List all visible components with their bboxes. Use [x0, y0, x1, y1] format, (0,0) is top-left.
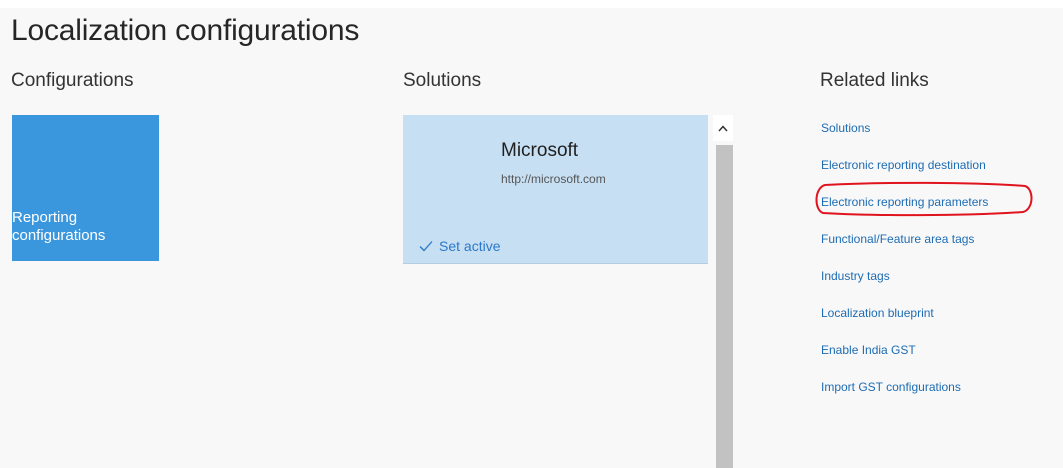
chevron-up-icon [718, 124, 728, 131]
related-link-functional-feature-area-tags[interactable]: Functional/Feature area tags [821, 231, 988, 268]
reporting-configurations-tile[interactable]: Reporting configurations [12, 115, 159, 261]
set-active-button[interactable]: Set active [419, 236, 500, 256]
reporting-configurations-tile-label: Reporting configurations [12, 209, 106, 244]
related-link-industry-tags[interactable]: Industry tags [821, 268, 988, 305]
solution-name: Microsoft [501, 140, 579, 161]
configurations-heading: Configurations [11, 70, 134, 91]
related-links-heading: Related links [820, 70, 929, 91]
page-title: Localization configurations [11, 14, 360, 47]
related-link-electronic-reporting-destination[interactable]: Electronic reporting destination [821, 157, 988, 194]
solution-url: http://microsoft.com [501, 172, 606, 186]
related-link-localization-blueprint[interactable]: Localization blueprint [821, 305, 988, 342]
related-links-list: Solutions Electronic reporting destinati… [821, 120, 988, 416]
scroll-thumb[interactable] [716, 145, 733, 468]
related-link-enable-india-gst[interactable]: Enable India GST [821, 342, 988, 379]
solutions-heading: Solutions [403, 70, 482, 91]
related-link-electronic-reporting-parameters[interactable]: Electronic reporting parameters [821, 194, 988, 231]
related-link-import-gst-configurations[interactable]: Import GST configurations [821, 379, 988, 416]
scroll-up-button[interactable] [713, 115, 733, 141]
top-edge [0, 0, 1063, 8]
solution-tile-microsoft[interactable]: Microsoft http://microsoft.com Set activ… [403, 115, 708, 264]
set-active-label: Set active [439, 238, 501, 254]
check-icon [419, 241, 433, 252]
solutions-scrollbar[interactable] [713, 115, 733, 468]
related-link-solutions[interactable]: Solutions [821, 120, 988, 157]
